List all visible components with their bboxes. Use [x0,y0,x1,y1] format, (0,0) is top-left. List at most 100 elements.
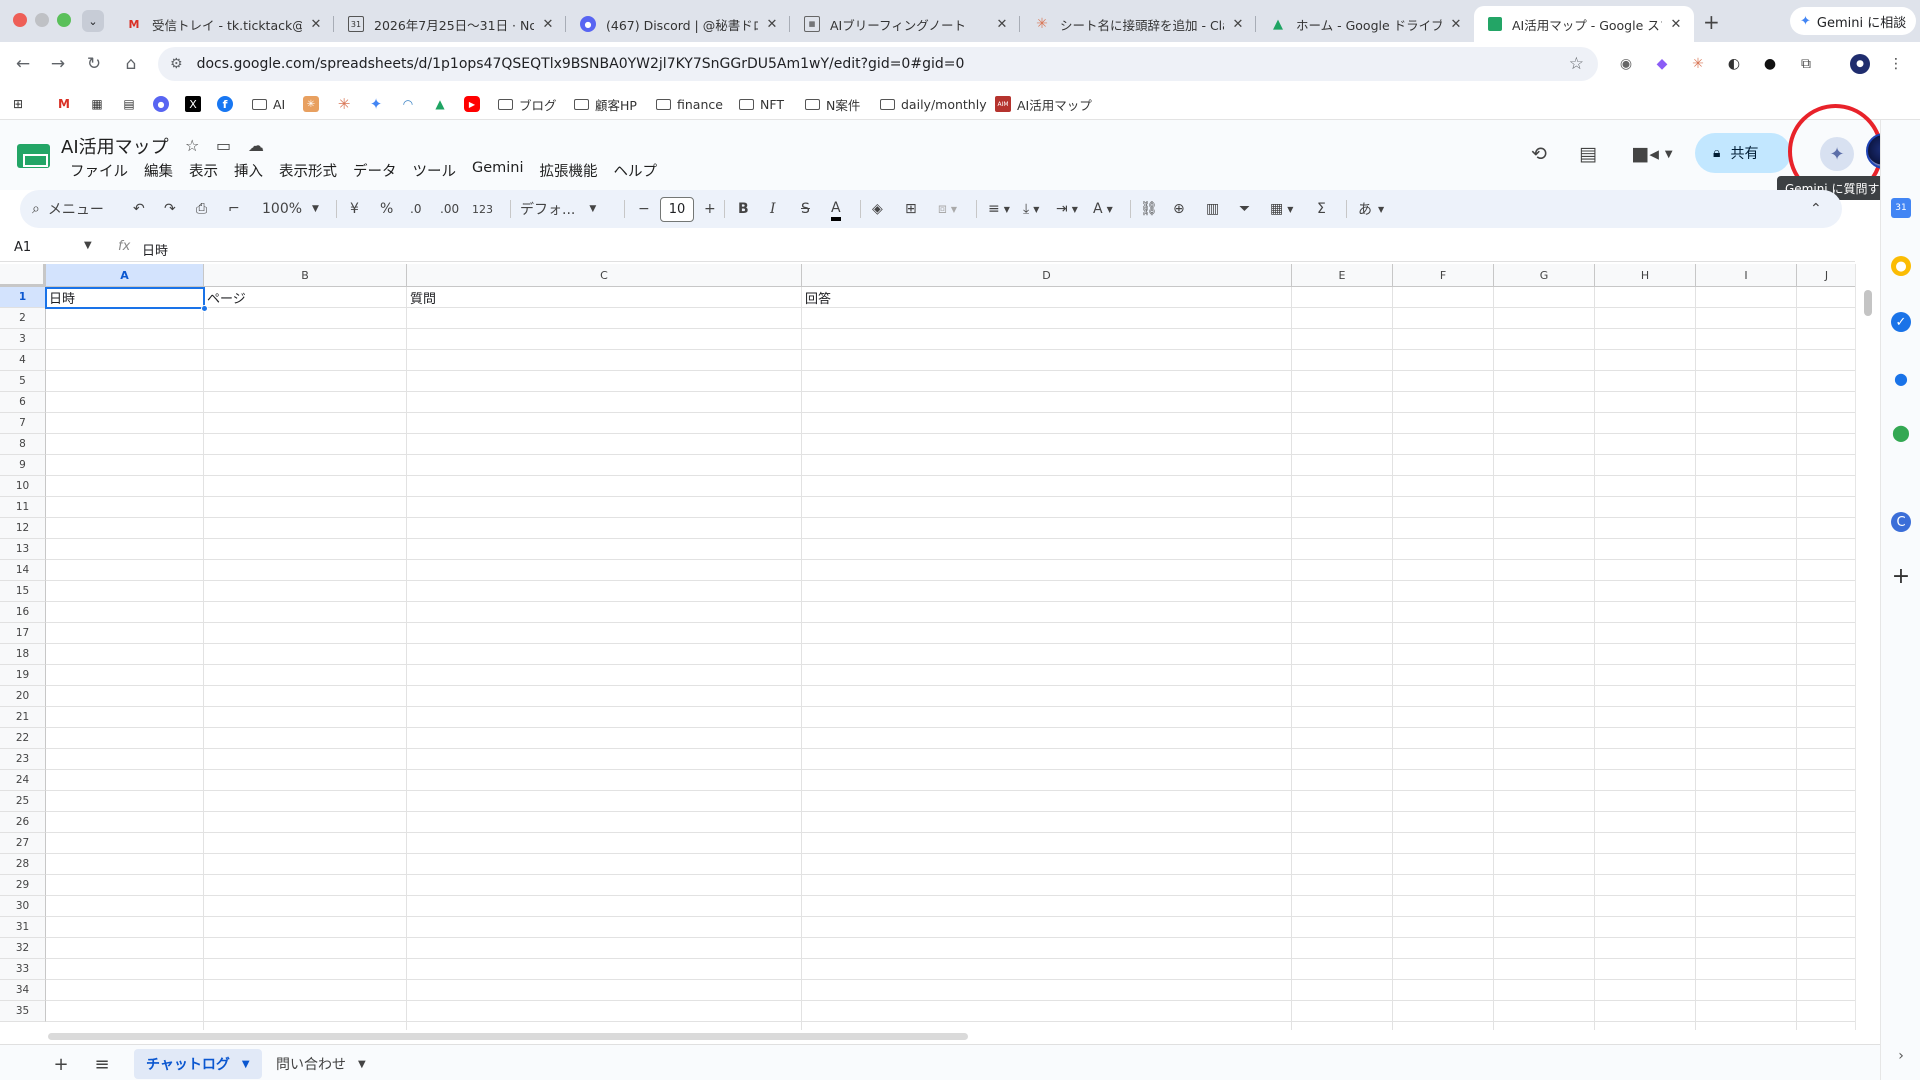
row-header-27[interactable]: 27 [0,833,46,854]
row-header-16[interactable]: 16 [0,602,46,623]
bookmark-discord[interactable]: ● [153,94,169,114]
document-title[interactable]: AI活用マップ [61,133,169,159]
add-addon-icon[interactable]: + [1891,564,1911,589]
menu-file[interactable]: ファイル [62,160,136,181]
text-color-icon[interactable]: A [831,199,841,221]
profile-avatar-icon[interactable]: ● [1850,54,1870,74]
print-icon[interactable]: ⎙ [196,199,207,219]
column-header-c[interactable]: C [407,264,802,287]
gemini-consult-button[interactable]: ✦ Gemini に相談 [1790,7,1917,35]
comments-icon[interactable]: ▤ [1575,141,1601,167]
close-tab-icon[interactable]: ✕ [540,16,556,32]
bookmark-folder-daily-monthly[interactable]: daily/monthly [879,94,987,114]
format-currency[interactable]: ¥ [350,199,359,219]
share-button[interactable]: 🔒︎ 共有 [1695,133,1791,173]
bookmark-folder-blog[interactable]: ブログ [497,94,557,114]
scroll-thumb[interactable] [48,1033,968,1040]
tab-search-button[interactable]: ⌄ [82,10,104,32]
column-header-h[interactable]: H [1595,264,1696,287]
functions-icon[interactable]: Σ [1317,199,1326,219]
caret-down-icon[interactable]: ▼ [84,240,92,251]
bookmark-gmail[interactable]: M [56,94,72,114]
close-tab-icon[interactable]: ✕ [1230,16,1246,32]
new-tab-button[interactable]: + [1703,10,1720,34]
sheet-tab-inquiries[interactable]: 問い合わせ ▼ [264,1049,378,1079]
window-close-button[interactable] [13,13,27,27]
bookmark-ai-map[interactable]: AIM AI活用マップ [995,94,1092,114]
bookmark-gemini[interactable]: ✦ [368,94,384,114]
vertical-scrollbar[interactable] [1855,264,1880,1034]
font-size-increase[interactable]: + [704,199,716,219]
cell-b1[interactable]: ページ [204,287,407,308]
row-header-24[interactable]: 24 [0,770,46,791]
reload-button[interactable]: ↻ [83,53,105,75]
column-header-b[interactable]: B [204,264,407,287]
row-header-17[interactable]: 17 [0,623,46,644]
cell-c1[interactable]: 質問 [407,287,802,308]
bookmark-star-icon[interactable]: ☆ [1569,54,1584,74]
cell-d1[interactable]: 回答 [802,287,1292,308]
screenshot-icon[interactable]: ◉ [1616,54,1636,74]
row-header-30[interactable]: 30 [0,896,46,917]
bookmark-facebook[interactable]: f [217,94,233,114]
horizontal-align-icon[interactable]: ≡ ▼ [988,199,1010,219]
close-tab-icon[interactable]: ✕ [764,16,780,32]
row-header-34[interactable]: 34 [0,980,46,1001]
add-sheet-icon[interactable]: + [50,1053,72,1075]
text-wrap-icon[interactable]: ⇥ ▼ [1056,199,1078,219]
tasks-icon[interactable]: ✓ [1891,312,1911,332]
column-header-a[interactable]: A [46,264,204,287]
claude-extension-icon[interactable]: ✳ [1688,54,1708,74]
extensions-puzzle-icon[interactable]: ⧉ [1796,54,1816,74]
keep-icon[interactable]: ● [1891,256,1911,276]
browser-tab-drive[interactable]: ▲ ホーム - Google ドライブ ✕ [1256,6,1474,42]
insert-chart-icon[interactable]: ▥ [1206,199,1219,219]
format-percent[interactable]: % [380,199,393,219]
browser-menu-icon[interactable]: ⋮ [1886,54,1906,74]
extension-purple-icon[interactable]: ◆ [1652,54,1672,74]
window-maximize-button[interactable] [57,13,71,27]
all-sheets-icon[interactable]: ≡ [91,1053,113,1075]
decrease-decimal[interactable]: .0 [410,199,421,219]
bookmark-apps[interactable]: ⊞ [10,94,26,114]
row-header-11[interactable]: 11 [0,497,46,518]
column-header-d[interactable]: D [802,264,1292,287]
close-tab-icon[interactable]: ✕ [1668,16,1684,32]
increase-decimal[interactable]: .00 [440,199,459,219]
bookmark-x[interactable]: X [185,94,201,114]
menu-view[interactable]: 表示 [181,160,226,181]
cat-extension-icon[interactable]: ● [1760,54,1780,74]
row-header-10[interactable]: 10 [0,476,46,497]
spreadsheet-grid[interactable]: A B C D E F G H I J 1 2 3 4 5 6 7 8 9 10 11 12 13 14 15 16 17 18 19 2… [0,264,1855,1034]
borders-icon[interactable]: ⊞ [905,199,917,219]
row-header-8[interactable]: 8 [0,434,46,455]
row-header-19[interactable]: 19 [0,665,46,686]
home-button[interactable]: ⌂ [120,53,142,75]
vertical-align-icon[interactable]: ⤓ ▼ [1023,199,1039,219]
menu-insert[interactable]: 挿入 [226,160,271,181]
browser-tab-calendar[interactable]: 31 2026年7月25日〜31日 · Not ✕ [334,6,566,42]
column-header-e[interactable]: E [1292,264,1393,287]
column-header-g[interactable]: G [1494,264,1595,287]
bookmark-claude-orange[interactable]: ✳ [303,94,319,114]
close-tab-icon[interactable]: ✕ [994,16,1010,32]
insert-comment-icon[interactable]: ⊕ [1173,199,1185,219]
bookmark-calendar[interactable]: ▦ [89,94,105,114]
maps-icon[interactable]: ⬤ [1891,422,1911,442]
row-header-20[interactable]: 20 [0,686,46,707]
bold-icon[interactable]: B [738,199,749,219]
sheet-tab-chat-log[interactable]: チャットログ ▼ [134,1049,262,1079]
menu-tools[interactable]: ツール [405,160,465,181]
row-header-18[interactable]: 18 [0,644,46,665]
font-select[interactable]: デフォ... ▼ [520,199,596,219]
row-header-32[interactable]: 32 [0,938,46,959]
row-header-25[interactable]: 25 [0,791,46,812]
input-tools-button[interactable]: あ ▼ [1358,199,1384,219]
bookmark-calendar-day[interactable]: ▤ [121,94,137,114]
contacts-icon[interactable]: ● [1891,368,1911,388]
address-bar[interactable]: ⚙ docs.google.com/spreadsheets/d/1p1ops4… [158,47,1598,81]
extension-circle-icon[interactable]: ◐ [1724,54,1744,74]
close-tab-icon[interactable]: ✕ [308,16,324,32]
row-header-9[interactable]: 9 [0,455,46,476]
window-minimize-button[interactable] [35,13,49,27]
